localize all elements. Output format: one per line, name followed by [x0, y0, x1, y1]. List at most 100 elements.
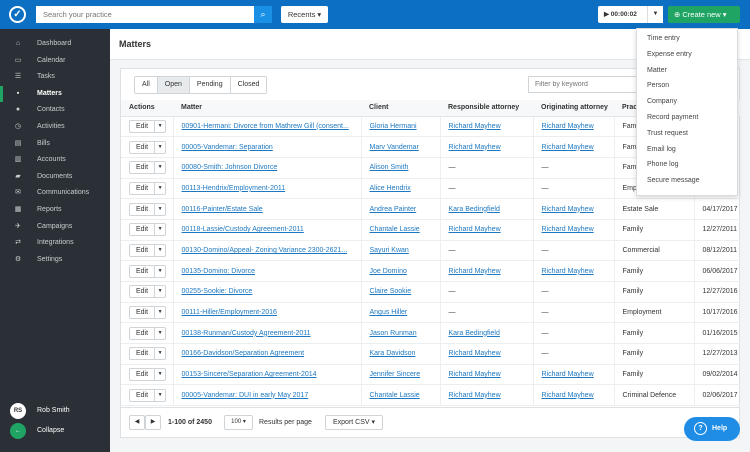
sidebar-item-campaigns[interactable]: ✈ Campaigns — [0, 219, 110, 235]
matter-link[interactable]: 00166-Davidson/Separation Agreement — [182, 350, 305, 357]
tab-closed[interactable]: Closed — [230, 77, 267, 93]
matter-link[interactable]: 00080-Smith: Johnson Divorce — [182, 164, 278, 171]
client-link[interactable]: Gloria Hermani — [370, 123, 417, 130]
client-link[interactable]: Chantale Lassie — [370, 226, 420, 233]
client-link[interactable]: Kara Davidson — [370, 350, 416, 357]
responsible-attorney[interactable]: Richard Mayhew — [449, 226, 501, 233]
responsible-attorney[interactable]: Richard Mayhew — [449, 268, 501, 275]
app-logo-icon[interactable]: ✓ — [9, 6, 26, 23]
chevron-down-icon[interactable]: ▼ — [154, 348, 165, 360]
chevron-down-icon[interactable]: ▼ — [154, 203, 165, 215]
tab-pending[interactable]: Pending — [189, 77, 231, 93]
responsible-attorney[interactable]: Richard Mayhew — [449, 144, 501, 151]
tab-all[interactable]: All — [135, 77, 158, 93]
client-link[interactable]: Marv Vandemar — [370, 144, 419, 151]
edit-button[interactable]: Edit ▼ — [129, 368, 167, 382]
sidebar-item-calendar[interactable]: ▭ Calendar — [0, 53, 110, 69]
edit-button[interactable]: Edit ▼ — [129, 202, 167, 216]
client-link[interactable]: Andrea Painter — [370, 206, 417, 213]
originating-attorney[interactable]: Richard Mayhew — [542, 144, 594, 151]
per-page-select[interactable]: 100 ▾ — [224, 415, 253, 430]
edit-button[interactable]: Edit ▼ — [129, 140, 167, 154]
client-link[interactable]: Claire Sookie — [370, 288, 412, 295]
matter-link[interactable]: 00116-Painter/Estate Sale — [182, 206, 263, 213]
menu-item-time-entry[interactable]: Time entry — [647, 35, 680, 42]
sidebar-item-dashboard[interactable]: ⌂ Dashboard — [0, 36, 110, 52]
timer-button[interactable]: ▶ 00:00:02 — [598, 6, 647, 23]
chevron-down-icon[interactable]: ▼ — [154, 327, 165, 339]
responsible-attorney[interactable]: Richard Mayhew — [449, 123, 501, 130]
chevron-down-icon[interactable]: ▼ — [154, 389, 165, 401]
originating-attorney[interactable]: Richard Mayhew — [542, 123, 594, 130]
responsible-attorney[interactable]: Kara Bedingfield — [449, 206, 500, 213]
chevron-down-icon[interactable]: ▼ — [154, 182, 165, 194]
sidebar-item-tasks[interactable]: ☰ Tasks — [0, 69, 110, 85]
search-input[interactable] — [36, 6, 255, 23]
originating-attorney[interactable]: Richard Mayhew — [542, 371, 594, 378]
edit-button[interactable]: Edit ▼ — [129, 326, 167, 340]
user-profile[interactable]: RS Rob Smith — [0, 403, 110, 419]
matter-link[interactable]: 00111-Hiller/Employment-2016 — [182, 309, 277, 316]
column-header[interactable]: Responsible attorney — [440, 100, 533, 117]
edit-button[interactable]: Edit ▼ — [129, 243, 167, 257]
sidebar-item-integrations[interactable]: ⇄ Integrations — [0, 235, 110, 251]
menu-item-matter[interactable]: Matter — [647, 67, 667, 74]
sidebar-item-communications[interactable]: ✉ Communications — [0, 185, 110, 201]
column-header[interactable]: Originating attorney — [533, 100, 614, 117]
client-link[interactable]: Alison Smith — [370, 164, 409, 171]
chevron-down-icon[interactable]: ▼ — [154, 265, 165, 277]
matter-link[interactable]: 00153-Sincere/Separation Agreement-2014 — [182, 371, 317, 378]
responsible-attorney[interactable]: Richard Mayhew — [449, 350, 501, 357]
sidebar-item-documents[interactable]: ▰ Documents — [0, 169, 110, 185]
client-link[interactable]: Sayuri Kwan — [370, 247, 409, 254]
tab-open[interactable]: Open — [157, 77, 190, 93]
originating-attorney[interactable]: Richard Mayhew — [542, 392, 594, 399]
matter-link[interactable]: 00005-Vandemar: Separation — [182, 144, 273, 151]
client-link[interactable]: Jason Runman — [370, 330, 417, 337]
create-new-button[interactable]: ⊕ Create new ▾ — [668, 6, 740, 23]
responsible-attorney[interactable]: Kara Bedingfield — [449, 330, 500, 337]
sidebar-item-bills[interactable]: ▤ Bills — [0, 136, 110, 152]
sidebar-item-activities[interactable]: ◷ Activities — [0, 119, 110, 135]
client-link[interactable]: Alice Hendrix — [370, 185, 411, 192]
help-button[interactable]: ? Help — [684, 417, 740, 441]
matter-link[interactable]: 00113-Hendrix/Employment-2011 — [182, 185, 286, 192]
edit-button[interactable]: Edit ▼ — [129, 285, 167, 299]
edit-button[interactable]: Edit ▼ — [129, 306, 167, 320]
responsible-attorney[interactable]: Richard Mayhew — [449, 371, 501, 378]
timer-dropdown-button[interactable]: ▼ — [647, 6, 663, 23]
column-header[interactable]: Matter — [173, 100, 361, 117]
column-header[interactable]: Actions — [121, 100, 173, 117]
recents-button[interactable]: Recents ▾ — [281, 6, 328, 23]
chevron-down-icon[interactable]: ▼ — [154, 120, 165, 132]
sidebar-item-reports[interactable]: ▦ Reports — [0, 202, 110, 218]
originating-attorney[interactable]: Richard Mayhew — [542, 268, 594, 275]
edit-button[interactable]: Edit ▼ — [129, 161, 167, 175]
client-link[interactable]: Joe Domino — [370, 268, 407, 275]
edit-button[interactable]: Edit ▼ — [129, 119, 167, 133]
menu-item-trust-request[interactable]: Trust request — [647, 130, 688, 137]
chevron-down-icon[interactable]: ▼ — [154, 141, 165, 153]
sidebar-item-matters[interactable]: ▪ Matters — [0, 85, 110, 102]
chevron-down-icon[interactable]: ▼ — [154, 162, 165, 174]
sidebar-item-contacts[interactable]: ● Contacts — [0, 102, 110, 118]
edit-button[interactable]: Edit ▼ — [129, 264, 167, 278]
client-link[interactable]: Angus Hiller — [370, 309, 408, 316]
matter-link[interactable]: 00135-Domino: Divorce — [182, 268, 256, 275]
matter-link[interactable]: 00118-Lassie/Custody Agreement-2011 — [182, 226, 304, 233]
responsible-attorney[interactable]: Richard Mayhew — [449, 392, 501, 399]
filter-input[interactable] — [528, 76, 638, 93]
menu-item-person[interactable]: Person — [647, 82, 669, 89]
edit-button[interactable]: Edit ▼ — [129, 223, 167, 237]
edit-button[interactable]: Edit ▼ — [129, 181, 167, 195]
matter-link[interactable]: 00005-Vandemar: DUI in early May 2017 — [182, 392, 309, 399]
menu-item-email-log[interactable]: Email log — [647, 146, 676, 153]
next-page-button[interactable]: ▶ — [145, 415, 161, 430]
menu-item-phone-log[interactable]: Phone log — [647, 161, 679, 168]
prev-page-button[interactable]: ◀ — [129, 415, 145, 430]
matter-link[interactable]: 00130-Domino/Appeal- Zoning Variance 230… — [182, 247, 348, 254]
client-link[interactable]: Chantale Lassie — [370, 392, 420, 399]
edit-button[interactable]: Edit ▼ — [129, 347, 167, 361]
search-button[interactable]: ⌕ — [254, 6, 272, 23]
originating-attorney[interactable]: Richard Mayhew — [542, 206, 594, 213]
